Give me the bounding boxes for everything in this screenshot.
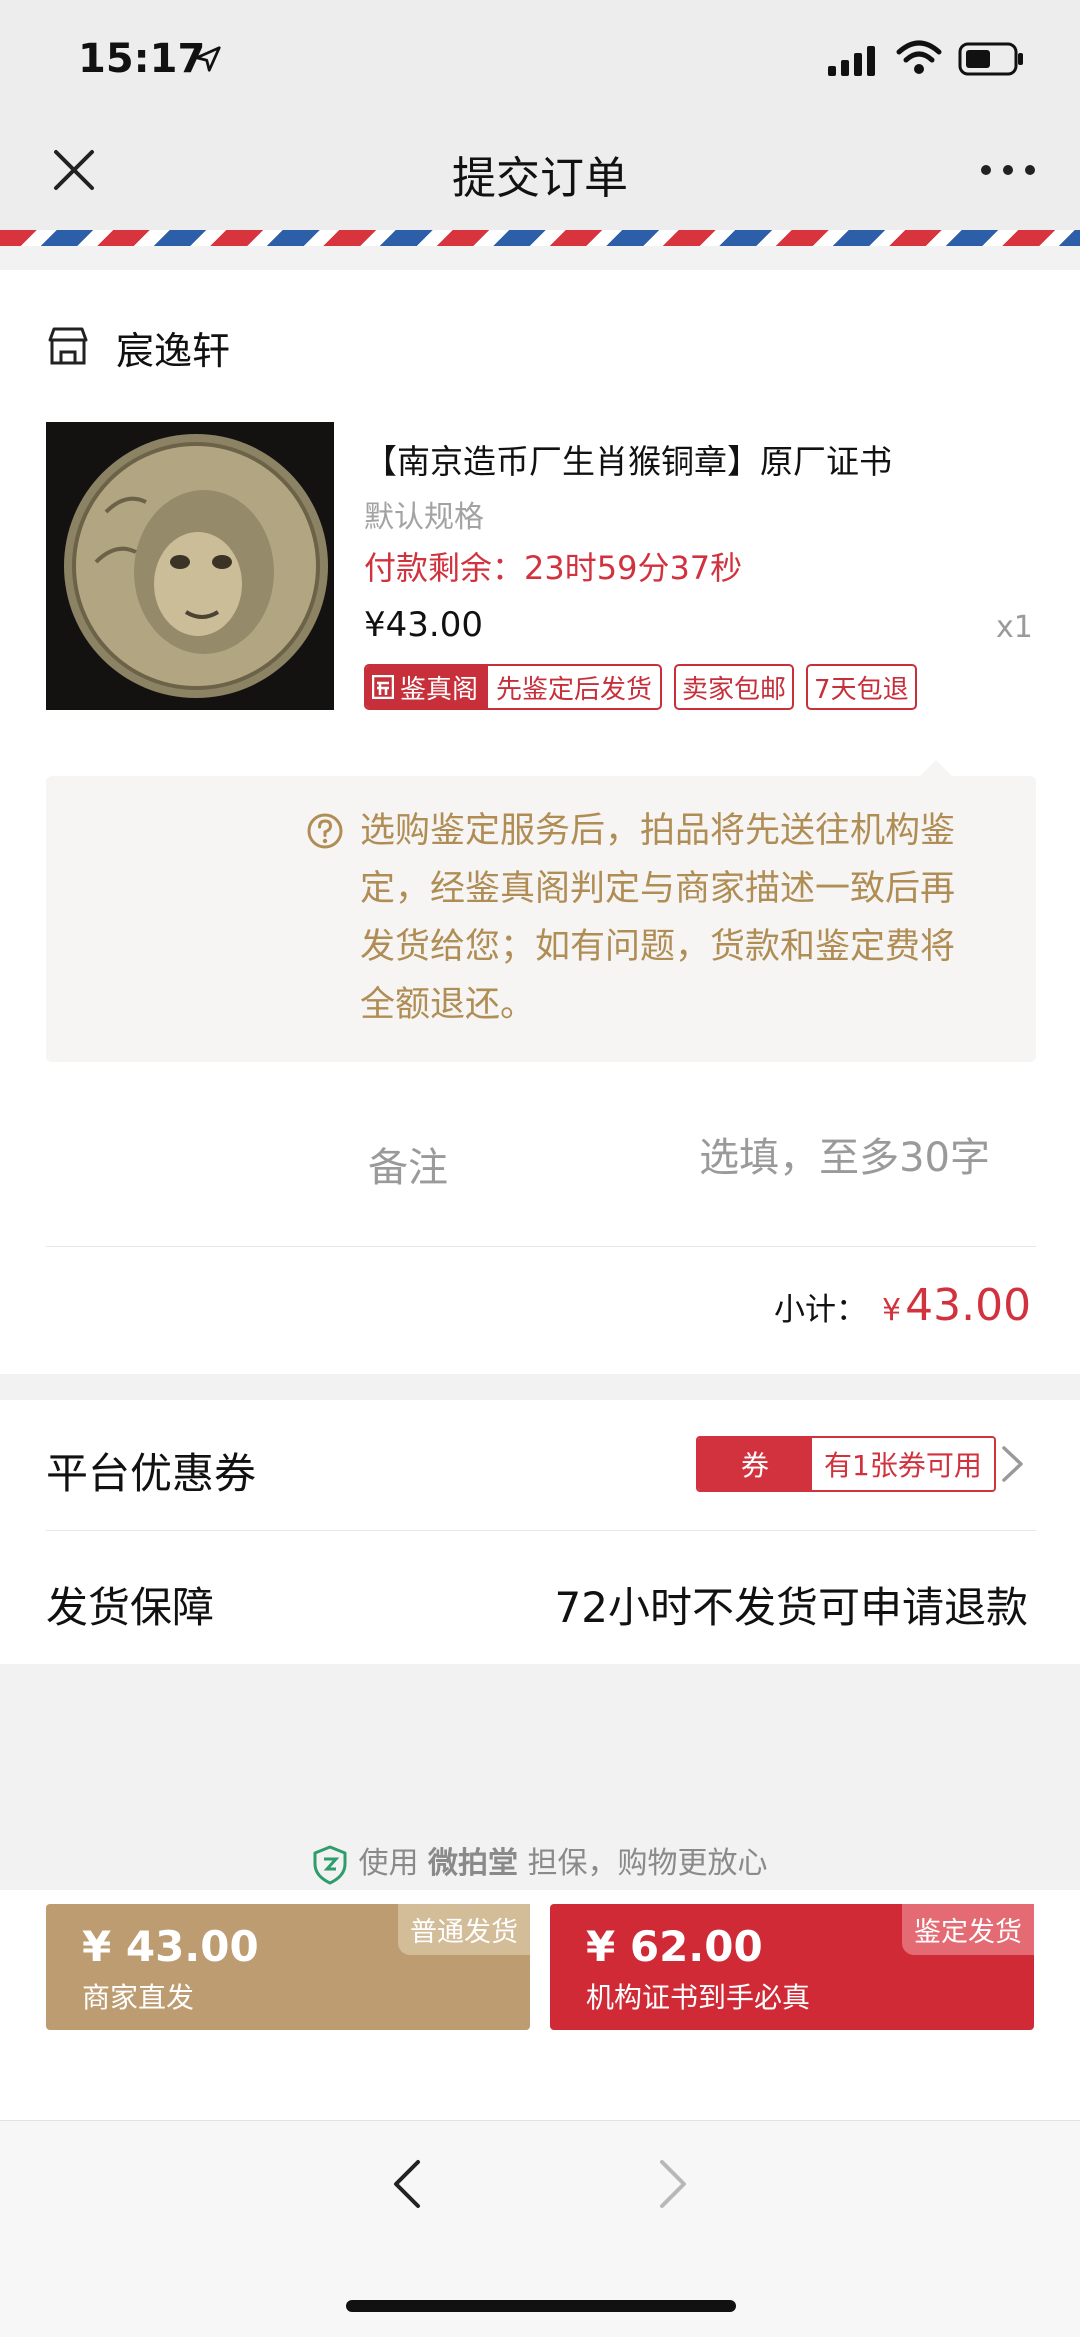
guarantee-line: 使用 微拍堂 担保，购物更放心 [0, 1838, 1080, 1885]
guarantee-brand: 微拍堂 [428, 1846, 518, 1881]
subtotal-currency: ¥ [882, 1293, 902, 1328]
coupon-label[interactable]: 平台优惠券 [46, 1440, 256, 1501]
location-arrow-icon [195, 46, 221, 72]
signal-icon [828, 46, 875, 76]
divider [46, 1530, 1036, 1531]
home-indicator [346, 2300, 736, 2312]
normal-corner-label: 普通发货 [398, 1904, 530, 1955]
auth-corner-label: 鉴定发货 [902, 1904, 1034, 1955]
normal-shipping-button[interactable]: ¥ 43.00 商家直发 普通发货 [46, 1904, 530, 2030]
question-icon [307, 813, 343, 849]
battery-icon [958, 42, 1023, 76]
coupon-badge-right: 有1张券可用 [812, 1438, 994, 1490]
product-tags: 鉴真阁 先鉴定后发货 卖家包邮 7天包退 [364, 664, 917, 710]
product-quantity: x1 [996, 610, 1033, 645]
shield-icon [313, 1845, 347, 1884]
free-shipping-tag: 卖家包邮 [674, 664, 795, 710]
memo-input[interactable] [600, 1128, 990, 1188]
store-name[interactable]: 宸逸轩 [116, 320, 230, 375]
normal-price: ¥ 43.00 [82, 1922, 259, 1971]
authentication-tag: 鉴真阁 先鉴定后发货 [364, 664, 663, 710]
subtotal-amount: ¥43.00 [882, 1280, 1031, 1331]
auth-subtitle: 机构证书到手必真 [586, 1981, 811, 2014]
status-time: 15:17 [78, 36, 206, 82]
back-arrow-icon[interactable] [390, 2158, 424, 2210]
product-title[interactable]: 【南京造币厂生肖猴铜章】原厂证书 [364, 435, 892, 483]
store-icon [48, 327, 88, 365]
auth-desc-label: 先鉴定后发货 [496, 674, 653, 705]
divider [46, 1246, 1036, 1247]
chevron-right-icon[interactable] [1000, 1444, 1026, 1484]
more-icon[interactable] [976, 150, 1040, 190]
auth-price: ¥ 62.00 [586, 1922, 763, 1971]
payment-countdown: 付款剩余：23时59分37秒 [364, 549, 743, 587]
shipping-value: 72小时不发货可申请退款 [554, 1583, 1028, 1632]
product-image[interactable] [46, 422, 334, 710]
wifi-icon [896, 40, 942, 74]
memo-label: 备注 [368, 1145, 448, 1191]
page-title: 提交订单 [452, 153, 628, 204]
guarantee-suffix: 担保，购物更放心 [527, 1846, 768, 1881]
auth-brand-label: 鉴真阁 [400, 674, 479, 705]
coupon-badge-left: 券 [698, 1438, 812, 1490]
shipping-label: 发货保障 [46, 1583, 215, 1632]
authenticated-shipping-button[interactable]: ¥ 62.00 机构证书到手必真 鉴定发货 [550, 1904, 1034, 2030]
product-price: ¥43.00 [364, 605, 483, 645]
guarantee-prefix: 使用 [358, 1846, 419, 1881]
product-spec: 默认规格 [364, 500, 484, 535]
notice-pointer [920, 760, 952, 776]
normal-subtitle: 商家直发 [82, 1981, 195, 2014]
notice-text: 选购鉴定服务后，拍品将先送往机构鉴定，经鉴真阁判定与商家描述一致后再发货给您；如… [360, 811, 956, 1025]
airmail-border [0, 230, 1080, 246]
subtotal-value: 43.00 [905, 1280, 1032, 1331]
subtotal-label: 小计： [774, 1292, 867, 1328]
authentication-icon [372, 675, 394, 699]
coupon-badge[interactable]: 券 有1张券可用 [696, 1436, 996, 1492]
return-policy-tag: 7天包退 [806, 664, 917, 710]
forward-arrow-icon[interactable] [656, 2158, 690, 2210]
